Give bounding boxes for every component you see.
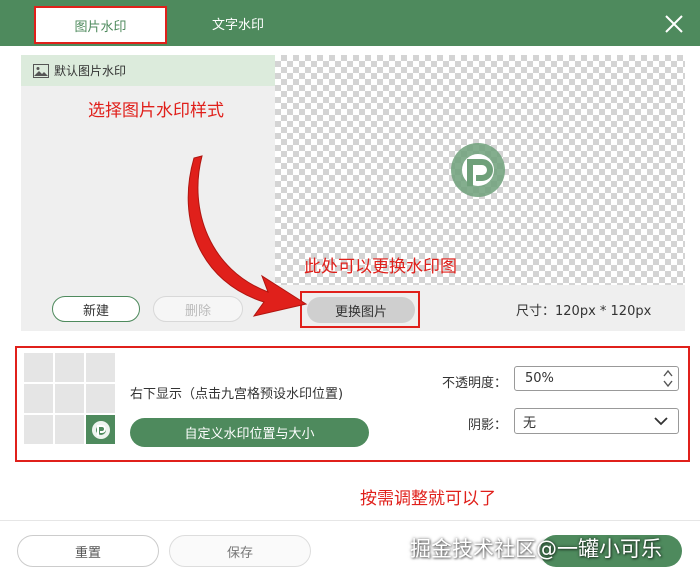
grid-cell-top-right[interactable]	[86, 353, 115, 382]
grid-cell-middle-right[interactable]	[86, 384, 115, 413]
red-arrow-icon	[187, 155, 308, 317]
footer-divider	[0, 520, 700, 521]
grid-cell-center[interactable]	[55, 384, 84, 413]
size-label: 尺寸：120px * 120px	[516, 304, 652, 319]
tab-text-watermark[interactable]: 文字水印	[182, 0, 294, 46]
opacity-value: 50%	[525, 371, 554, 386]
annotation-adjust: 按需调整就可以了	[360, 489, 496, 509]
grid-cell-bottom-center[interactable]	[55, 415, 84, 444]
new-button[interactable]: 新建	[52, 296, 140, 322]
list-item-label: 默认图片水印	[54, 64, 127, 78]
site-watermark-overlay: 掘金技术社区@一罐小可乐	[410, 537, 662, 561]
opacity-label: 不透明度：	[442, 376, 508, 391]
shadow-label: 阴影：	[468, 418, 508, 433]
grid-cell-top-left[interactable]	[24, 353, 53, 382]
custom-position-button[interactable]: 自定义水印位置与大小	[130, 418, 369, 447]
annotation-change-here: 此处可以更换水印图	[304, 257, 457, 277]
spinner-arrows-icon[interactable]	[662, 368, 674, 389]
list-item-default-watermark[interactable]: 默认图片水印	[21, 55, 275, 86]
save-button[interactable]: 保存	[169, 535, 311, 567]
watermark-mini-icon	[91, 420, 110, 439]
opacity-spinbox[interactable]: 50%	[514, 366, 679, 391]
annotation-select-style: 选择图片水印样式	[88, 101, 224, 121]
position-label: 右下显示（点击九宫格预设水印位置)	[130, 387, 344, 402]
tab-image-watermark[interactable]: 图片水印	[34, 6, 167, 44]
watermark-logo-icon	[451, 143, 505, 197]
change-image-button[interactable]: 更换图片	[307, 297, 415, 323]
reset-button[interactable]: 重置	[17, 535, 159, 567]
shadow-value: 无	[523, 415, 537, 431]
close-icon[interactable]	[662, 12, 686, 36]
grid-cell-bottom-right[interactable]	[86, 415, 115, 444]
image-icon	[33, 63, 49, 78]
grid-cell-top-center[interactable]	[55, 353, 84, 382]
grid-cell-bottom-left[interactable]	[24, 415, 53, 444]
chevron-down-icon	[654, 417, 668, 426]
grid-cell-middle-left[interactable]	[24, 384, 53, 413]
